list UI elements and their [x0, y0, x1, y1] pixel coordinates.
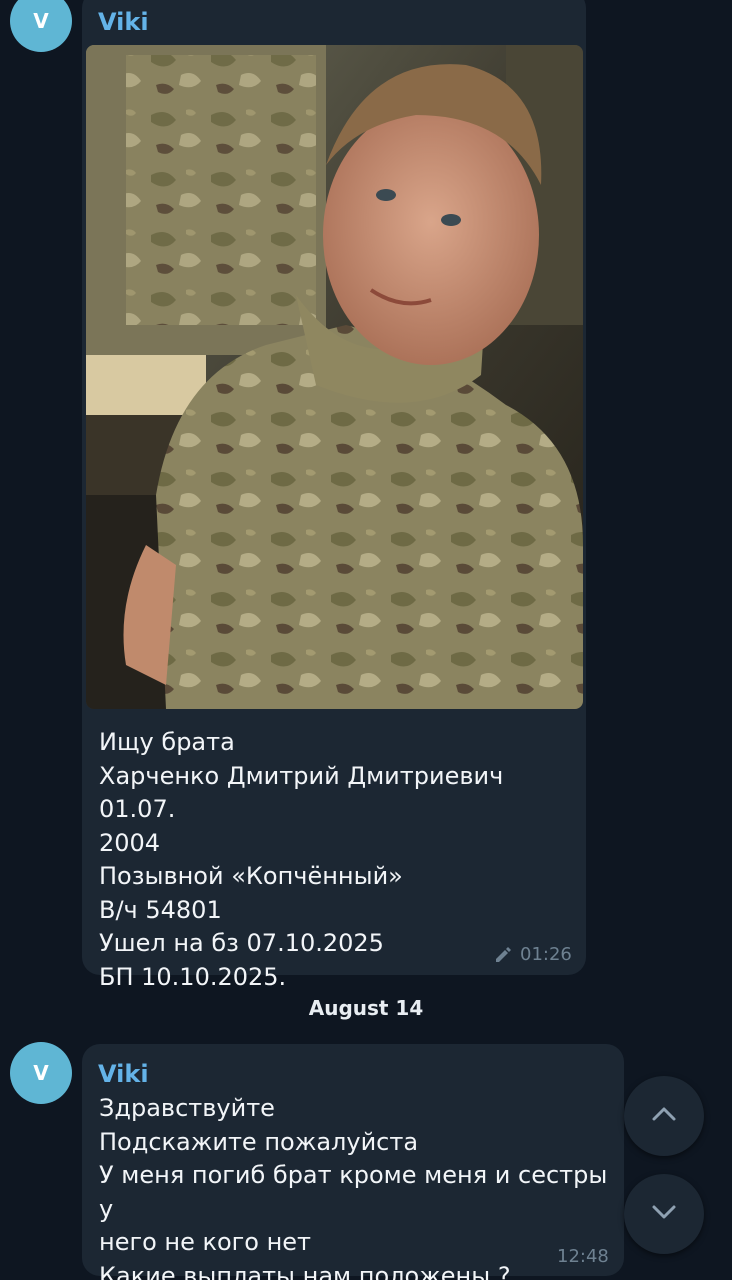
avatar-letter: V [33, 9, 49, 33]
message-time: 01:26 [520, 944, 572, 965]
avatar-letter: V [33, 1061, 49, 1085]
chevron-up-icon [651, 1106, 677, 1127]
avatar[interactable]: V [10, 1042, 72, 1104]
date-separator: August 14 [308, 996, 424, 1020]
sender-name[interactable]: Viki [98, 8, 149, 36]
message-text: Здравствуйте Подскажите пожалуйста У мен… [99, 1094, 608, 1280]
avatar[interactable]: V [10, 0, 72, 52]
chat-view: V Viki Ищу брата Харченко Дмитрий Дмитри… [0, 0, 732, 1280]
soldier-selfie-photo [86, 45, 583, 709]
message-time: 12:48 [557, 1246, 609, 1267]
edited-pencil-icon [494, 945, 512, 968]
photo-attachment[interactable] [86, 45, 583, 709]
scroll-down-button[interactable] [624, 1174, 704, 1254]
scroll-up-button[interactable] [624, 1076, 704, 1156]
chevron-down-icon [651, 1204, 677, 1225]
sender-name[interactable]: Viki [98, 1060, 149, 1088]
